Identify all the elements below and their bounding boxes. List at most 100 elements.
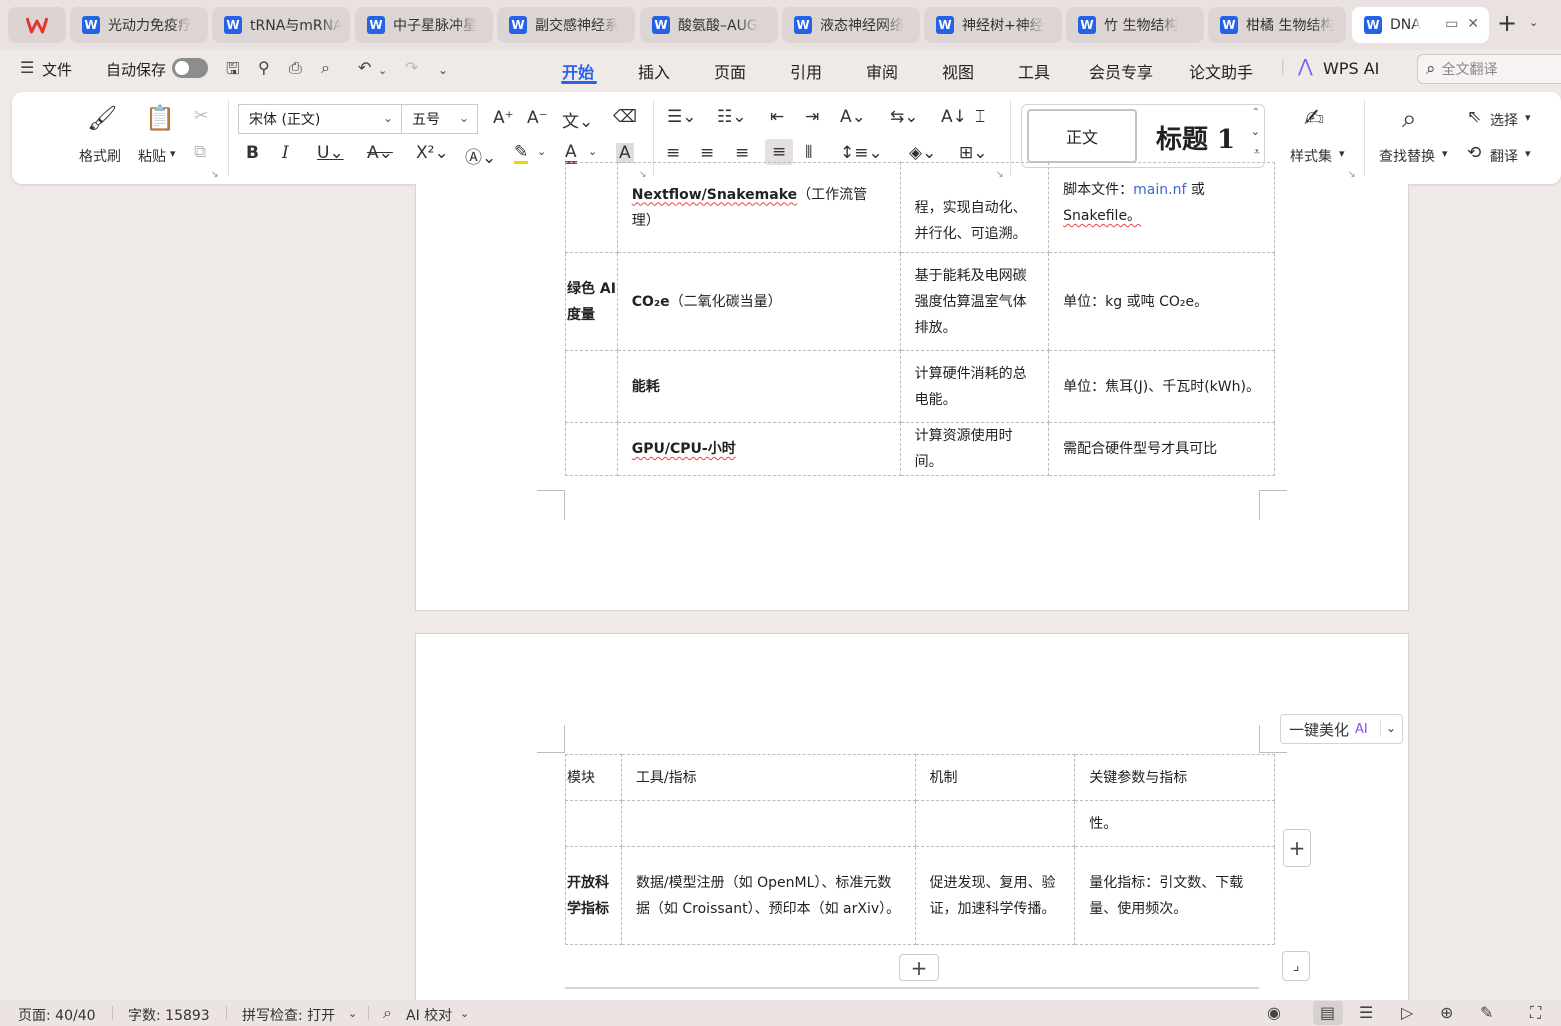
spell-check-toggle[interactable]: 拼写检查: 打开 (242, 1005, 335, 1025)
chevron-down-icon[interactable]: ⌄ (348, 1007, 357, 1020)
parameter-cell[interactable]: 性。 (1074, 800, 1275, 847)
paste-icon[interactable]: 📋 (145, 104, 175, 132)
text-direction-icon[interactable]: A⌄ (840, 107, 866, 127)
style-set-button[interactable]: 样式集 (1290, 146, 1332, 166)
align-right-icon[interactable]: ≡ (735, 143, 749, 163)
parameter-cell[interactable]: 单位：焦耳(J)、千瓦时(kWh)。 (1048, 350, 1275, 423)
add-column-plus-icon[interactable]: + (1283, 829, 1311, 867)
menu-page[interactable]: 页面 (714, 59, 746, 83)
dialog-launcher-icon[interactable]: ↘ (1348, 170, 1356, 180)
select-cursor-icon[interactable]: ⇖ (1467, 107, 1481, 127)
header-tool[interactable]: 工具/指标 (620, 754, 916, 801)
align-left-icon[interactable]: ≡ (666, 143, 680, 163)
font-color-icon[interactable]: A (565, 143, 577, 164)
redo-icon[interactable]: ↷ (405, 58, 418, 77)
header-parameter[interactable]: 关键参数与指标 (1074, 754, 1275, 801)
header-module[interactable]: 模块 (565, 754, 622, 801)
tool-cell[interactable]: 能耗 (616, 350, 901, 423)
style-heading-1[interactable]: 标题 1 (1156, 119, 1235, 156)
tool-cell[interactable] (620, 800, 916, 847)
translate-search-input[interactable]: ⌕ 全文翻译 (1417, 54, 1561, 84)
chevron-down-icon[interactable]: ⌄ (460, 1007, 469, 1020)
undo-dropdown-icon[interactable]: ⌄ (378, 64, 387, 77)
parameter-cell[interactable]: 脚本文件：main.nf 或 Snakefile。 (1048, 162, 1275, 253)
print-icon[interactable]: ⎙ (289, 58, 302, 78)
menu-insert[interactable]: 插入 (638, 59, 670, 83)
outline-view-icon[interactable]: ☰ (1359, 1003, 1373, 1022)
word-count[interactable]: 字数: 15893 (128, 1005, 210, 1025)
tool-cell[interactable]: 数据/模型注册（如 OpenML）、标准元数据（如 Croissant）、预印本… (620, 846, 916, 945)
play-icon[interactable]: ▷ (1401, 1003, 1413, 1022)
autosave-toggle[interactable] (172, 58, 208, 78)
eye-protect-icon[interactable]: ◉ (1267, 1003, 1281, 1022)
menu-review[interactable]: 审阅 (866, 59, 898, 83)
copy-icon[interactable]: ⧉ (194, 142, 206, 162)
menu-thesis-assistant[interactable]: 论文助手 (1189, 59, 1253, 83)
chevron-down-icon[interactable]: ⌄ (1529, 16, 1538, 29)
italic-icon[interactable]: I (282, 143, 289, 163)
menu-home[interactable]: 开始 (562, 59, 594, 83)
style-normal[interactable]: 正文 (1027, 109, 1137, 163)
paste-button[interactable]: 粘贴 (138, 146, 166, 166)
sort-icon[interactable]: A↓ (941, 107, 967, 127)
more-chevron-icon[interactable]: ⌄ (438, 63, 448, 77)
module-cell[interactable] (565, 350, 618, 423)
module-cell[interactable] (565, 162, 618, 253)
doc-tab[interactable]: WtRNA与mRNA (212, 7, 350, 43)
module-cell[interactable] (565, 800, 622, 847)
highlight-icon[interactable]: ✎ (514, 143, 529, 164)
parameter-cell[interactable]: 量化指标：引文数、下载量、使用频次。 (1074, 846, 1275, 945)
save-icon[interactable]: 🖫 (226, 58, 240, 85)
text-effect-icon[interactable]: Ⓐ⌄ (465, 143, 496, 168)
module-cell[interactable]: 开放科学指标 (565, 846, 622, 945)
chevron-down-icon[interactable]: ▾ (1442, 147, 1448, 160)
cut-icon[interactable]: ✂ (194, 106, 208, 126)
paste-dropdown-icon[interactable]: ▾ (170, 147, 176, 160)
print-preview-icon[interactable]: ⌕ (321, 58, 330, 78)
chevron-down-icon[interactable]: ⌄ (1379, 721, 1396, 735)
module-cell[interactable] (565, 422, 618, 476)
find-icon[interactable]: ⌕ (1402, 104, 1417, 135)
chevron-down-icon[interactable]: ▾ (1525, 147, 1531, 160)
scroll-down-icon[interactable]: ⌄ (1251, 125, 1260, 138)
new-tab-plus-icon[interactable]: + (1497, 9, 1517, 37)
doc-tab[interactable]: W竹 生物结构 (1066, 7, 1204, 43)
translate-button[interactable]: 翻译 (1490, 146, 1518, 166)
chevron-down-icon[interactable]: ⌄ (537, 145, 546, 158)
mechanism-cell[interactable]: 计算资源使用时间。 (899, 422, 1050, 476)
format-painter-button[interactable]: 格式刷 (79, 146, 121, 166)
doc-tab[interactable]: W 柑橘 生物结构 (1208, 7, 1346, 43)
mechanism-cell[interactable] (914, 800, 1076, 847)
module-cell[interactable]: 绿色 AI 度量 (565, 252, 618, 351)
tool-cell[interactable]: Nextflow/Snakemake（工作流管理） (616, 162, 901, 253)
select-button[interactable]: 选择 (1490, 110, 1518, 130)
line-spacing-icon[interactable]: ↕≡⌄ (840, 143, 883, 163)
header-mechanism[interactable]: 机制 (914, 754, 1076, 801)
align-center-icon[interactable]: ≡ (700, 143, 714, 163)
doc-tab[interactable]: W 酸氨酸–AUG (640, 7, 778, 43)
char-shading-icon[interactable]: A (616, 143, 634, 163)
tool-cell[interactable]: CO₂e（二氧化碳当量） (616, 252, 901, 351)
hamburger-menu-icon[interactable]: ☰ (20, 58, 34, 77)
ai-proofread-button[interactable]: AI 校对 (406, 1005, 452, 1025)
wps-ai-icon[interactable]: ⋀ (1298, 56, 1313, 77)
menu-member[interactable]: 会员专享 (1089, 59, 1153, 83)
dialog-launcher-icon[interactable]: ↘ (211, 170, 219, 180)
line-break-icon[interactable]: ⇆⌄ (890, 107, 919, 127)
ai-proofread-icon[interactable]: ⌕ (383, 1003, 392, 1023)
decrease-indent-icon[interactable]: ⇤ (770, 107, 784, 127)
undo-icon[interactable]: ↶ (358, 58, 371, 77)
doc-tab[interactable]: W 液态神经网络 (782, 7, 920, 43)
mechanism-cell[interactable]: 基于能耗及电网碳强度估算温室气体排放。 (899, 252, 1050, 351)
close-icon[interactable]: ▭ ✕ (1445, 16, 1479, 32)
mechanism-cell[interactable]: 促进发现、复用、验证，加速科学传播。 (914, 846, 1076, 945)
doc-tab[interactable]: W 光动力免疫疗 (70, 7, 208, 43)
font-grow-icon[interactable]: A⁺ (493, 108, 514, 128)
phonetic-guide-icon[interactable]: 文⌄ (562, 107, 593, 132)
fullscreen-icon[interactable]: ⛶ (1530, 1003, 1541, 1023)
one-click-beautify-button[interactable]: 一键美化 AI ⌄ (1280, 714, 1403, 744)
wps-ai-button[interactable]: WPS AI (1323, 59, 1379, 78)
bullet-list-icon[interactable]: ☰⌄ (667, 107, 696, 127)
format-painter-icon[interactable]: 🖌 (87, 104, 117, 132)
doc-tab[interactable]: W 神经树+神经 (924, 7, 1062, 43)
